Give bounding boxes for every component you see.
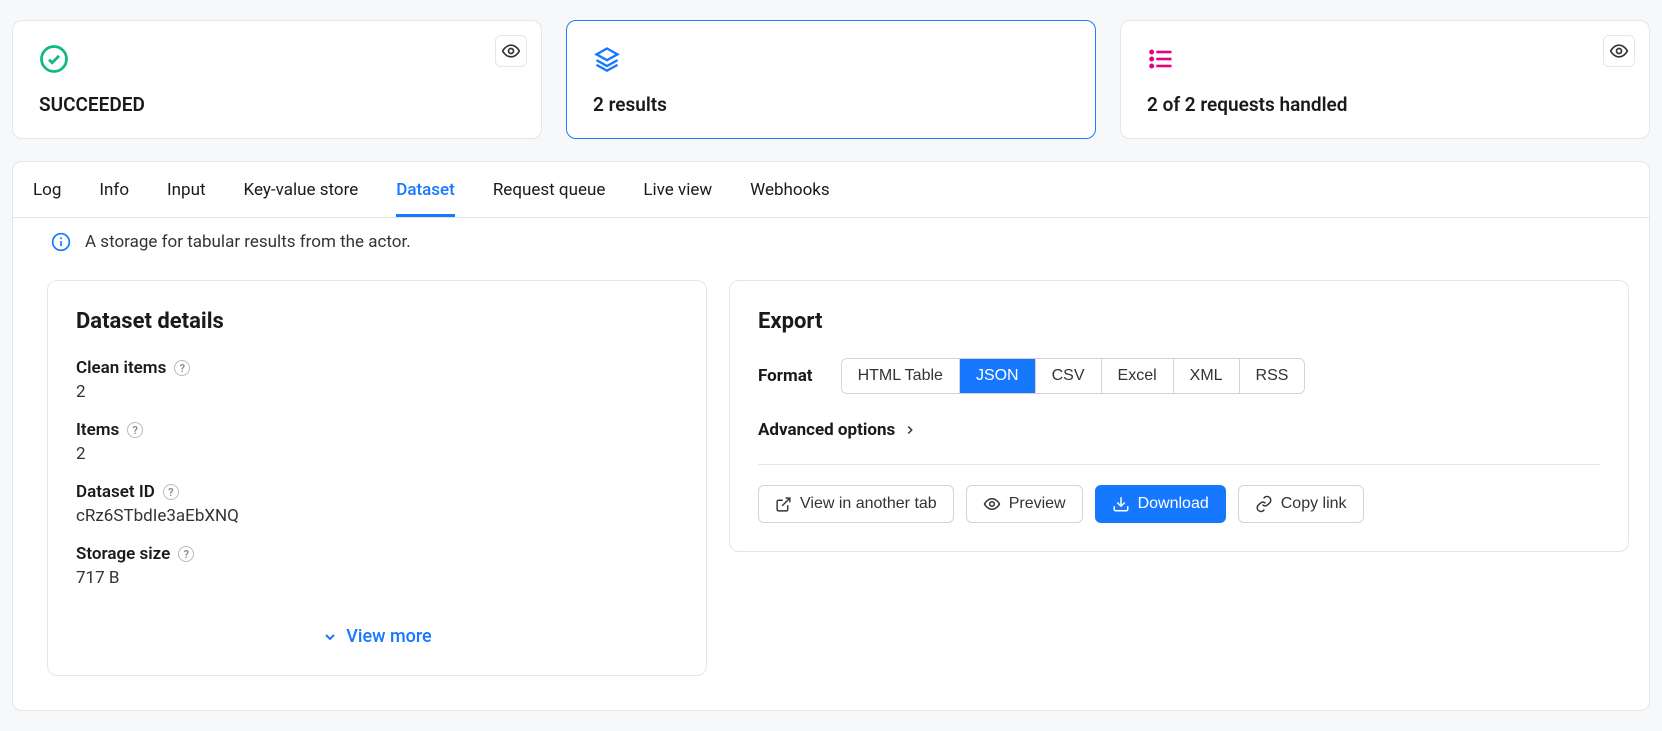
preview-status-button[interactable] [495,35,527,67]
format-segment: HTML Table JSON CSV Excel XML RSS [841,358,1306,394]
format-html-table[interactable]: HTML Table [842,359,960,393]
info-icon [51,232,71,252]
view-more-button[interactable]: View more [76,626,678,647]
export-title: Export [758,309,1600,334]
eye-icon [983,495,1001,513]
status-card-succeeded[interactable]: SUCCEEDED [12,20,542,139]
status-card-requests[interactable]: 2 of 2 requests handled [1120,20,1650,139]
divider [758,464,1600,465]
tab-webhooks[interactable]: Webhooks [750,162,830,217]
clean-items-value: 2 [76,382,678,402]
download-icon [1112,495,1130,513]
chevron-right-icon [903,423,917,437]
help-icon[interactable]: ? [174,360,190,376]
storage-size-label: Storage size [76,544,170,564]
check-circle-icon [39,44,69,74]
tab-log[interactable]: Log [33,162,61,217]
export-panel: Export Format HTML Table JSON CSV Excel … [729,280,1629,552]
status-card-results[interactable]: 2 results [566,20,1096,139]
copy-link-label: Copy link [1281,495,1347,513]
format-rss[interactable]: RSS [1240,359,1305,393]
list-icon [1147,45,1175,73]
preview-requests-button[interactable] [1603,35,1635,67]
download-label: Download [1138,495,1209,513]
view-tab-label: View in another tab [800,495,937,513]
tab-dataset[interactable]: Dataset [396,162,455,217]
results-label: 2 results [593,93,1069,116]
help-icon[interactable]: ? [163,484,179,500]
clean-items-label: Clean items [76,358,166,378]
tab-input[interactable]: Input [167,162,206,217]
layers-icon [593,45,621,73]
format-excel[interactable]: Excel [1102,359,1174,393]
status-label: SUCCEEDED [39,93,515,116]
tab-live-view[interactable]: Live view [643,162,712,217]
preview-label: Preview [1009,495,1066,513]
external-link-icon [775,496,792,513]
help-icon[interactable]: ? [178,546,194,562]
tab-request-queue[interactable]: Request queue [493,162,606,217]
tab-info[interactable]: Info [99,162,129,217]
requests-label: 2 of 2 requests handled [1147,93,1623,116]
help-icon[interactable]: ? [127,422,143,438]
info-text: A storage for tabular results from the a… [85,232,411,252]
chevron-down-icon [322,629,338,645]
dataset-details-title: Dataset details [76,309,678,334]
dataset-details-panel: Dataset details Clean items ? 2 Items ? … [47,280,707,676]
download-button[interactable]: Download [1095,485,1226,523]
preview-button[interactable]: Preview [966,485,1083,523]
format-label: Format [758,366,813,386]
link-icon [1255,495,1273,513]
dataset-id-label: Dataset ID [76,482,155,502]
items-value: 2 [76,444,678,464]
storage-size-value: 717 B [76,568,678,588]
format-json[interactable]: JSON [960,359,1036,393]
view-more-label: View more [346,626,431,647]
eye-icon [1609,41,1629,61]
tabs-bar: Log Info Input Key-value store Dataset R… [13,162,1649,218]
format-csv[interactable]: CSV [1036,359,1102,393]
advanced-options-label: Advanced options [758,420,895,440]
copy-link-button[interactable]: Copy link [1238,485,1364,523]
dataset-id-value: cRz6STbdIe3aEbXNQ [76,506,678,526]
tab-key-value-store[interactable]: Key-value store [244,162,359,217]
format-xml[interactable]: XML [1174,359,1240,393]
eye-icon [501,41,521,61]
advanced-options-toggle[interactable]: Advanced options [758,420,1600,440]
items-label: Items [76,420,119,440]
view-in-another-tab-button[interactable]: View in another tab [758,485,954,523]
